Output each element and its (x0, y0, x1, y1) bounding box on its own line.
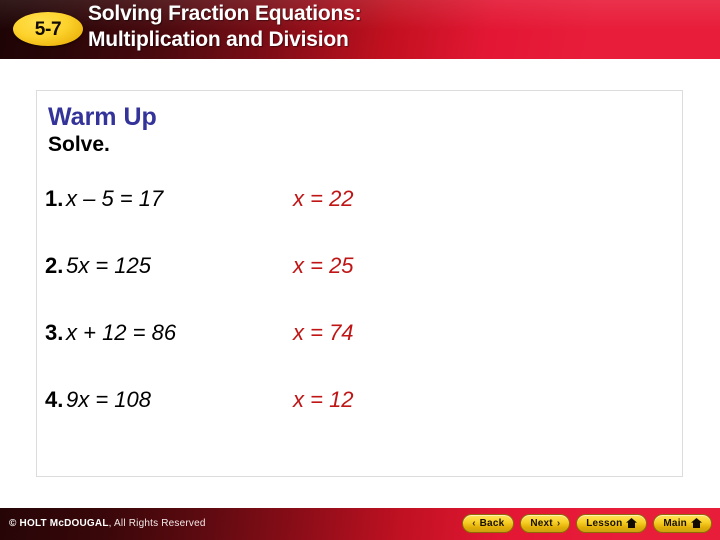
home-icon (626, 515, 638, 533)
problem-row: 3. x + 12 = 86 x = 74 (37, 319, 684, 386)
problem-row: 1. x – 5 = 17 x = 22 (37, 185, 684, 252)
navigation-bar: ‹ Back Next › Lesson Main (462, 514, 712, 533)
copyright-rights: , All Rights Reserved (108, 518, 206, 529)
problem-answer: x = 74 (293, 320, 354, 345)
main-home-button-label: Main (663, 517, 687, 529)
page-title-line-1: Solving Fraction Equations: (88, 2, 362, 25)
problem-equation: x – 5 = 17 (66, 186, 164, 211)
problem-equation: 9x = 108 (66, 387, 152, 412)
problem-number: 1. (45, 186, 64, 211)
solve-instruction: Solve. (48, 133, 110, 156)
warm-up-heading: Warm Up (48, 103, 157, 131)
problem-list: 1. x – 5 = 17 x = 22 2. 5x = 125 x = 25 … (37, 185, 684, 453)
back-button-label: Back (479, 517, 505, 529)
next-button[interactable]: Next › (520, 514, 571, 533)
problem-equation: 5x = 125 (66, 253, 152, 278)
problem-number: 4. (45, 387, 64, 412)
problem-number: 2. (45, 253, 64, 278)
copyright-text: © HOLT McDOUGAL, All Rights Reserved (9, 517, 206, 531)
problem-answer: x = 12 (293, 387, 354, 412)
lesson-number-label: 5-7 (34, 18, 62, 40)
page-title-line-2: Multiplication and Division (88, 28, 349, 51)
home-icon (691, 515, 702, 533)
back-button[interactable]: ‹ Back (462, 514, 515, 533)
copyright-brand: © HOLT McDOUGAL (9, 518, 109, 529)
lesson-home-button-label: Lesson (586, 517, 623, 529)
main-home-button[interactable]: Main (653, 514, 712, 533)
problem-answer: x = 22 (293, 186, 354, 211)
lesson-home-button[interactable]: Lesson (576, 514, 648, 533)
problem-answer: x = 25 (293, 253, 354, 278)
content-card: Warm Up Solve. 1. x – 5 = 17 x = 22 2. 5… (36, 90, 683, 477)
problem-row: 4. 9x = 108 x = 12 (37, 386, 684, 453)
problem-equation: x + 12 = 86 (66, 320, 177, 345)
chevron-left-icon: ‹ (472, 517, 476, 529)
slide-header: 5-7 Solving Fraction Equations: Multipli… (0, 0, 720, 59)
problem-row: 2. 5x = 125 x = 25 (37, 252, 684, 319)
slide-footer: © HOLT McDOUGAL, All Rights Reserved ‹ B… (0, 508, 720, 540)
page-title: Solving Fraction Equations: Multiplicati… (88, 1, 708, 53)
problem-number: 3. (45, 320, 64, 345)
lesson-number-badge: 5-7 (13, 12, 83, 46)
chevron-right-icon: › (556, 517, 561, 529)
next-button-label: Next (530, 517, 553, 529)
